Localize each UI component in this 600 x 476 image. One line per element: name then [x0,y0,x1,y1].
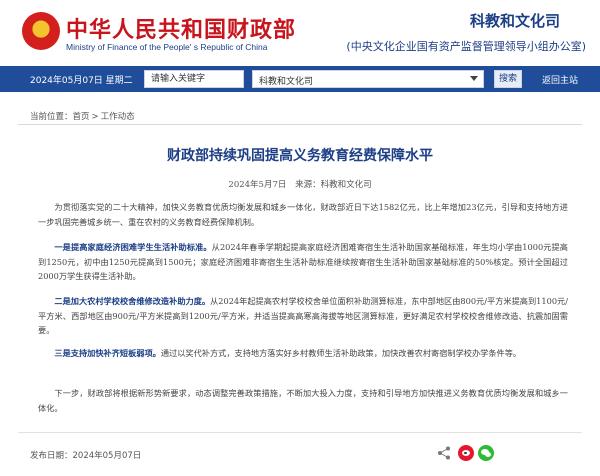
paragraph-lead: 二是加大农村学校校舍维修改造补助力度。 [54,296,211,306]
site-header: ★ 中华人民共和国财政部 Ministry of Finance of the … [0,0,600,64]
site-brand-cn[interactable]: 中华人民共和国财政部 [66,12,296,44]
department-subtitle: (中央文化企业国有资产监督管理领导小组办公室) [346,40,586,53]
breadcrumb-home[interactable]: 首页 [73,112,90,122]
share-glyph-icon [438,446,450,460]
article-title: 财政部持续巩固提高义务教育经费保障水平 [167,148,433,164]
weibo-icon[interactable] [458,445,474,461]
nav-bar: 2024年05月07日 星期二 科教和文化司 搜索 返回主站 [0,66,600,92]
breadcrumb-divider [18,124,582,125]
share-icon[interactable] [436,445,452,461]
article-paragraph: 为贯彻落实党的二十大精神，加快义务教育优质均衡发展和城乡一体化，财政部近日下达1… [38,202,568,227]
wechat-icon[interactable] [478,445,494,461]
article-meta: 2024年5月7日 来源：科教和文化司 [0,178,600,190]
breadcrumb: 当前位置：首页 > 工作动态 [30,110,135,122]
article-source: 来源：科教和文化司 [295,180,372,190]
department-title: 科教和文化司 [469,12,560,30]
article-paragraph: 一是提高家庭经济困难学生生活补助标准。从2024年春季学期起提高家庭经济困难寄宿… [38,240,568,284]
search-button[interactable]: 搜索 [494,70,522,88]
breadcrumb-work-news[interactable]: 工作动态 [101,112,135,122]
return-home-link[interactable]: 返回主站 [542,73,578,86]
section-select[interactable]: 科教和文化司 [252,70,484,88]
breadcrumb-prefix: 当前位置： [30,112,73,122]
breadcrumb-separator: > [91,112,99,122]
publish-date: 发布日期：2024年05月07日 [30,451,142,461]
paragraph-body: 通过以奖代补方式，支持地方落实好乡村教师生活补助政策，加快改善农村寄宿制学校办学… [160,348,522,358]
chevron-down-icon [470,76,478,81]
article-paragraph: 三是支持加快补齐短板弱项。通过以奖代补方式，支持地方落实好乡村教师生活补助政策，… [38,346,568,361]
national-emblem-icon: ★ [22,12,60,50]
footer-divider [18,432,582,433]
article-paragraph: 下一步，财政部将根据新形势新要求，动态调整完善政策措施，不断加大投入力度，支持和… [38,388,568,413]
site-brand-en: Ministry of Finance of the People' s Rep… [66,42,268,52]
paragraph-lead: 三是支持加快补齐短板弱项。 [54,348,161,358]
search-input[interactable] [144,70,244,88]
current-date: 2024年05月07日 星期二 [30,76,133,86]
section-select-value: 科教和文化司 [259,77,314,87]
paragraph-lead: 一是提高家庭经济困难学生生活补助标准。 [54,242,212,252]
article-date: 2024年5月7日 [228,180,287,190]
article-paragraph: 二是加大农村学校校舍维修改造补助力度。从2024年起提高农村学校校舍单位面积补助… [38,294,568,338]
